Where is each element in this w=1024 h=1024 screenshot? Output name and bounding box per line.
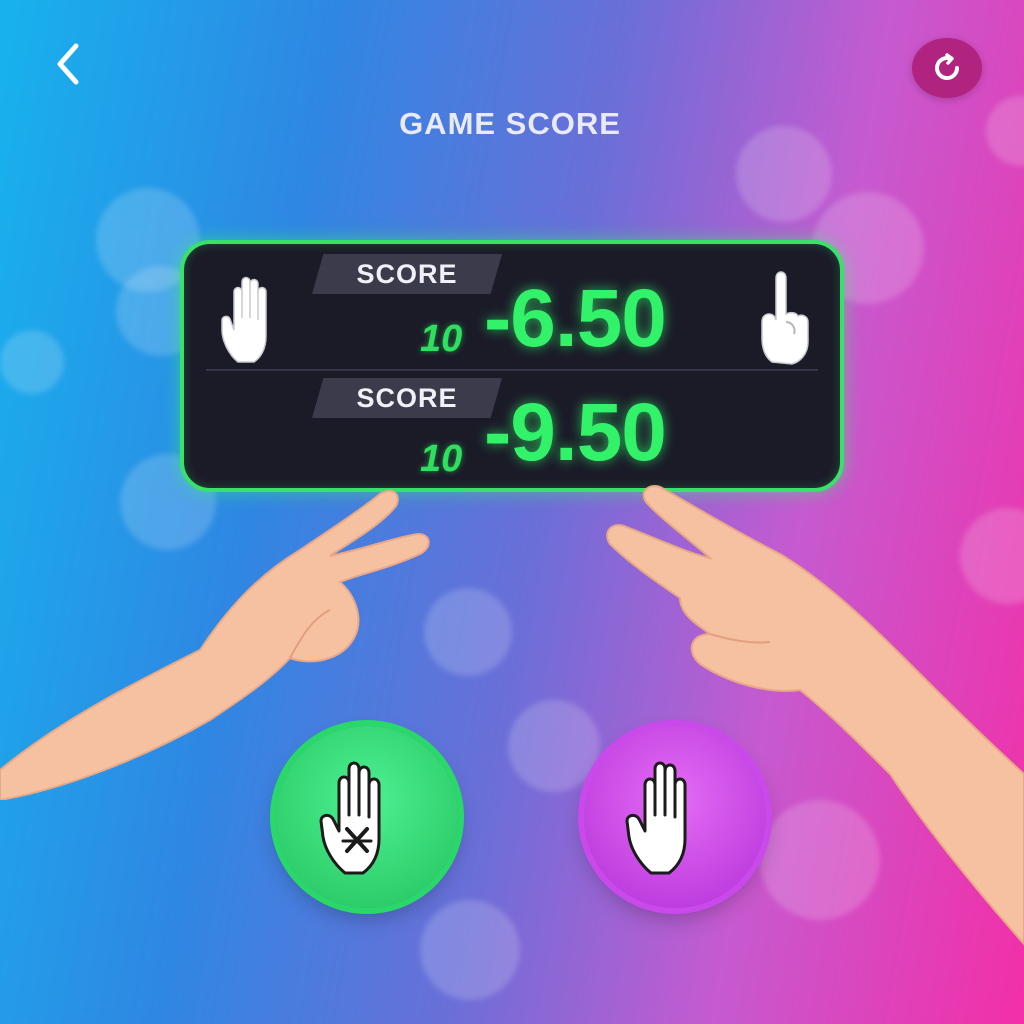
open-hand-icon bbox=[221, 276, 267, 363]
action-button-purple[interactable] bbox=[584, 726, 766, 908]
score-label: SCORE bbox=[312, 254, 502, 294]
hand-cross-icon bbox=[319, 761, 381, 875]
action-button-green[interactable] bbox=[276, 726, 458, 908]
reset-button[interactable] bbox=[912, 38, 982, 98]
page-title: GAME SCORE bbox=[399, 106, 621, 141]
bokeh-light bbox=[0, 330, 64, 394]
open-hand-icon bbox=[625, 761, 687, 875]
refresh-icon bbox=[935, 53, 960, 81]
scoreboard-panel: SCORE 10 -6.50 SCORE 10 -9.50 bbox=[180, 240, 844, 492]
bokeh-light bbox=[420, 900, 520, 1000]
score-label: SCORE bbox=[312, 378, 502, 418]
score-value: -9.50 bbox=[484, 387, 667, 478]
score-value: -6.50 bbox=[484, 273, 667, 364]
bokeh-light bbox=[508, 700, 600, 792]
score-divider bbox=[206, 369, 818, 371]
back-button[interactable] bbox=[44, 40, 92, 88]
score-row: SCORE 10 -6.50 bbox=[184, 248, 840, 368]
pointing-finger-icon bbox=[761, 271, 809, 365]
max-score: 10 bbox=[420, 318, 463, 360]
chevron-left-icon bbox=[57, 43, 79, 85]
